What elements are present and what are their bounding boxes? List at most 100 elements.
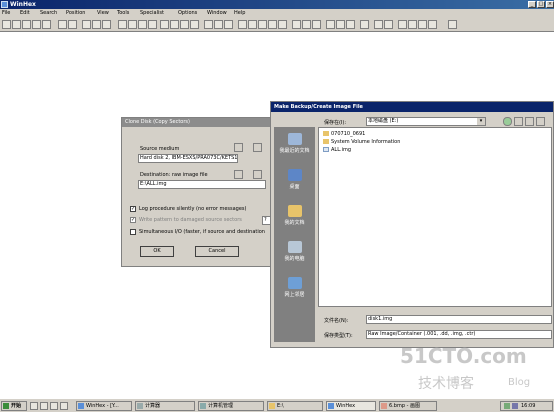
properties-icon[interactable] (42, 20, 51, 29)
place-documents-label: 我的文档 (284, 220, 305, 226)
task-calculator[interactable]: 计算器 (135, 401, 195, 411)
grid-icon[interactable] (268, 20, 277, 29)
quicklaunch-desktop-icon[interactable] (40, 402, 48, 410)
checksum-icon[interactable] (258, 20, 267, 29)
clock[interactable]: 16:09 (521, 403, 535, 409)
task-computer-management[interactable]: 计算机管理 (198, 401, 264, 411)
forward-icon[interactable] (190, 20, 199, 29)
menu-specialist[interactable]: Specialist (140, 9, 164, 18)
menu-tools[interactable]: Tools (117, 9, 129, 18)
nav-first-icon[interactable] (374, 20, 383, 29)
tray-icon[interactable] (512, 403, 518, 409)
back-arrow-icon[interactable] (503, 117, 512, 126)
paste-special-icon[interactable] (102, 20, 111, 29)
info-icon[interactable] (312, 20, 321, 29)
list-item[interactable]: 070710_0691 (323, 131, 365, 138)
disk-editor-icon[interactable] (224, 20, 233, 29)
find-icon[interactable] (118, 20, 127, 29)
destination-browse-button[interactable] (234, 170, 243, 179)
places-bar: 我最近的文档 桌面 我的文档 我的电脑 网上邻居 (274, 127, 315, 342)
menu-view[interactable]: View (97, 9, 109, 18)
back-icon[interactable] (180, 20, 189, 29)
arrow-left-icon[interactable] (398, 20, 407, 29)
write-pattern-checkbox[interactable]: ✓ (130, 217, 136, 223)
quicklaunch-explorer-icon[interactable] (60, 402, 68, 410)
save-in-dropdown[interactable]: 本地磁盘 (E:) ▾ (366, 117, 486, 126)
open-ram-icon[interactable] (214, 20, 223, 29)
task-paint[interactable]: 6.bmp - 画图 (379, 401, 437, 411)
save-icon[interactable] (22, 20, 31, 29)
cancel-button[interactable]: Cancel (195, 246, 239, 257)
goto-sector-icon[interactable] (170, 20, 179, 29)
menu-file[interactable]: File (2, 9, 10, 18)
template-icon[interactable] (336, 20, 345, 29)
source-options-button[interactable] (253, 143, 262, 152)
undo-icon[interactable] (58, 20, 67, 29)
new-file-icon[interactable] (2, 20, 11, 29)
script-icon[interactable] (346, 20, 355, 29)
list-item[interactable]: ALL.img (323, 147, 351, 154)
place-documents[interactable]: 我的文档 (274, 199, 315, 235)
quicklaunch-ie-icon[interactable] (30, 402, 38, 410)
bookmark-icon[interactable] (292, 20, 301, 29)
arrow-right-icon[interactable] (408, 20, 417, 29)
tray-icon[interactable] (504, 403, 510, 409)
log-silently-checkbox[interactable]: ✓ (130, 206, 136, 212)
hash-icon[interactable] (248, 20, 257, 29)
task-winhex-active[interactable]: WinHex (326, 401, 376, 411)
arrow-down-icon[interactable] (428, 20, 437, 29)
up-folder-icon[interactable] (514, 117, 523, 126)
record-icon[interactable] (302, 20, 311, 29)
source-field[interactable]: Hard disk 2, IBM-ESXS/PRA073C/KETS10 N B… (138, 154, 238, 163)
find-hex-icon[interactable] (128, 20, 137, 29)
list-item[interactable]: System Volume Information (323, 139, 400, 146)
calculator-icon[interactable] (238, 20, 247, 29)
copy-icon[interactable] (82, 20, 91, 29)
chevron-down-icon[interactable]: ▾ (477, 118, 485, 125)
filetype-dropdown[interactable]: Raw Image/Container (.001, .dd, .img, .c… (366, 330, 552, 339)
desktop-icon (287, 169, 302, 181)
search-disk-icon[interactable] (326, 20, 335, 29)
goto-offset-icon[interactable] (160, 20, 169, 29)
find-next-icon[interactable] (148, 20, 157, 29)
open-file-icon[interactable] (12, 20, 21, 29)
minimize-button[interactable]: _ (528, 1, 536, 8)
bookmark-prev-icon[interactable] (448, 20, 457, 29)
menu-edit[interactable]: Edit (20, 9, 30, 18)
menu-help[interactable]: Help (234, 9, 245, 18)
open-disk-icon[interactable] (204, 20, 213, 29)
source-browse-button[interactable] (234, 143, 243, 152)
print-icon[interactable] (32, 20, 41, 29)
place-desktop[interactable]: 桌面 (274, 163, 315, 199)
destination-field[interactable]: E:\ALL.img (138, 180, 266, 189)
help-icon[interactable] (360, 20, 369, 29)
filename-input[interactable]: disk1.img (366, 315, 552, 324)
place-network[interactable]: 网上邻居 (274, 271, 315, 307)
nav-prev-icon[interactable] (384, 20, 393, 29)
ok-button[interactable]: OK (140, 246, 174, 257)
task-winhex[interactable]: WinHex - [Y... (76, 401, 132, 411)
file-list: 070710_0691 System Volume Information AL… (318, 127, 552, 307)
place-recent[interactable]: 我最近的文档 (274, 127, 315, 163)
menu-position[interactable]: Position (66, 9, 85, 18)
paste-icon[interactable] (92, 20, 101, 29)
new-folder-icon[interactable] (525, 117, 534, 126)
replace-icon[interactable] (138, 20, 147, 29)
menu-window[interactable]: Window (207, 9, 227, 18)
task-label: 计算机管理 (208, 403, 234, 409)
menu-search[interactable]: Search (40, 9, 57, 18)
arrow-up-icon[interactable] (418, 20, 427, 29)
simultaneous-io-checkbox[interactable] (130, 229, 136, 235)
menu-options[interactable]: Options (178, 9, 197, 18)
destination-options-button[interactable] (253, 170, 262, 179)
task-drive-e[interactable]: E:\ (267, 401, 323, 411)
computer-icon (287, 241, 302, 253)
close-button[interactable]: × (546, 1, 554, 8)
start-button[interactable]: 开始 (1, 401, 27, 411)
table-icon[interactable] (278, 20, 287, 29)
place-computer[interactable]: 我的电脑 (274, 235, 315, 271)
view-menu-icon[interactable] (536, 117, 545, 126)
maximize-button[interactable]: □ (537, 1, 545, 8)
quicklaunch-media-icon[interactable] (50, 402, 58, 410)
cut-icon[interactable] (68, 20, 77, 29)
